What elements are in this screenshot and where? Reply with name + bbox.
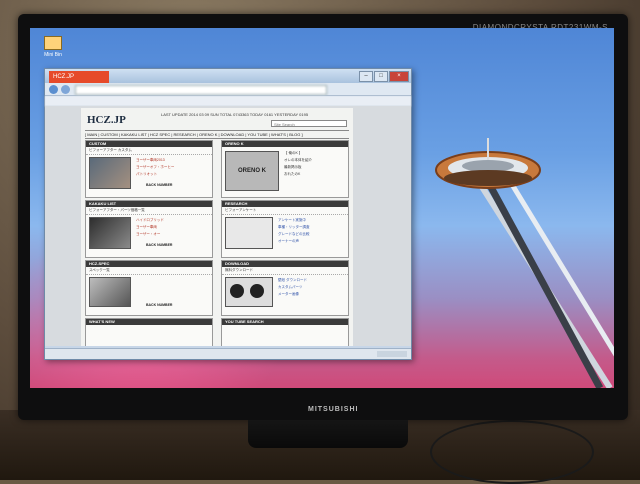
back-number-link[interactable]: BACK NUMBER xyxy=(146,303,172,307)
browser-tab[interactable]: HCZ.JP xyxy=(49,71,109,83)
section-subtitle: ビフォーアンケート xyxy=(222,207,348,215)
site-container: HCZ.JP LAST UPDATE 2014 03 09 SUN TOTAL … xyxy=(81,108,353,346)
chart-thumbnail[interactable] xyxy=(225,217,273,249)
youtube-section: YOU TUBE SEARCH xyxy=(221,318,349,346)
car-thumbnail[interactable] xyxy=(89,157,131,189)
recycle-bin-icon xyxy=(44,36,62,50)
section-link[interactable]: オーナーの声 xyxy=(278,239,299,244)
section-link[interactable]: パトリオット xyxy=(136,172,157,177)
section-link[interactable]: カスタムパーツ xyxy=(278,285,302,290)
section-link[interactable]: グレードなどの比較 xyxy=(278,232,310,237)
section-link[interactable]: オレの本体を紹介 xyxy=(284,158,312,163)
section-link[interactable]: ハイドロブリッド xyxy=(136,218,164,223)
back-icon[interactable] xyxy=(49,85,58,94)
gauge-icon xyxy=(250,284,264,298)
section-subtitle: ビフォーアフター・パーツ価格一覧 xyxy=(86,207,212,215)
browser-statusbar xyxy=(45,348,411,359)
space-needle-wallpaper xyxy=(435,138,614,388)
desktop-icon-label: Mini Bin xyxy=(44,52,62,58)
section-link[interactable]: アンケート実施中 xyxy=(278,218,306,223)
site-nav-links[interactable]: [ MAIN | CUSTOM | KAKAKU LIST | HCZ SPEC… xyxy=(85,130,349,139)
section-title: YOU TUBE SEARCH xyxy=(222,319,348,325)
section-link[interactable]: ヨーザー車両2013 xyxy=(136,158,165,163)
section-subtitle: スペック一覧 xyxy=(86,267,212,275)
gauge-icon xyxy=(230,284,244,298)
section-title: WHAT'S NEW xyxy=(86,319,212,325)
oreno-section: ORENO K ORENO K 【 俺のK 】 オレの本体を紹介 最新掲示板 お… xyxy=(221,140,349,198)
monitor-brand-label: MITSUBISHI xyxy=(308,406,359,413)
web-page-viewport: HCZ.JP LAST UPDATE 2014 03 09 SUN TOTAL … xyxy=(45,106,411,346)
monitor-stand xyxy=(248,420,408,448)
close-button[interactable]: × xyxy=(389,71,409,82)
whatsnew-section: WHAT'S NEW xyxy=(85,318,213,346)
window-controls: – □ × xyxy=(359,71,409,82)
back-number-link[interactable]: BACK NUMBER xyxy=(146,183,172,187)
desktop-screen: Mini Bin HCZ.JP – □ × HCZ.JP LAST UPDATE… xyxy=(30,28,614,388)
parts-thumbnail[interactable] xyxy=(89,217,131,249)
minimize-button[interactable]: – xyxy=(359,71,373,82)
custom-section: CUSTOM ビフォーアフター カスタム ヨーザー車両2013 ヨーザーオフ・ホ… xyxy=(85,140,213,198)
gauge-thumbnail[interactable] xyxy=(225,277,273,307)
cable xyxy=(430,420,594,484)
section-link[interactable]: おれたのK xyxy=(284,172,300,177)
section-link[interactable]: 【 俺のK 】 xyxy=(284,151,302,156)
engine-thumbnail[interactable] xyxy=(89,277,131,307)
browser-titlebar: HCZ.JP – □ × xyxy=(45,69,411,83)
section-link[interactable]: メーター画像 xyxy=(278,292,299,297)
back-number-link[interactable]: BACK NUMBER xyxy=(146,243,172,247)
section-subtitle: 無料ダウンロード xyxy=(222,267,348,275)
browser-window: HCZ.JP – □ × HCZ.JP LAST UPDATE 2014 03 … xyxy=(44,68,412,360)
maximize-button[interactable]: □ xyxy=(374,71,388,82)
section-subtitle: ビフォーアフター カスタム xyxy=(86,147,212,155)
section-title: ORENO K xyxy=(222,141,348,147)
kakaku-section: KAKAKU LIST ビフォーアフター・パーツ価格一覧 ハイドロブリッド ヨー… xyxy=(85,200,213,258)
section-link[interactable]: 車種・リッター調査 xyxy=(278,225,310,230)
section-link[interactable]: ヨーザー・オー xyxy=(136,232,160,237)
desktop-icon-recycle-bin[interactable]: Mini Bin xyxy=(40,36,66,58)
oreno-k-badge-text: ORENO K xyxy=(237,168,266,174)
section-link[interactable]: 壁紙 ダウンロード xyxy=(278,278,307,283)
forward-icon[interactable] xyxy=(61,85,70,94)
address-bar[interactable] xyxy=(75,85,327,95)
site-search-input[interactable]: Site Search xyxy=(271,120,347,127)
oreno-k-badge[interactable]: ORENO K xyxy=(225,151,279,191)
monitor-bezel: DIAMONDCRYSTA RDT231WM-S MITSUBISHI Mini… xyxy=(18,14,628,420)
research-section: RESEARCH ビフォーアンケート アンケート実施中 車種・リッター調査 グレ… xyxy=(221,200,349,258)
download-section: DOWNLOAD 無料ダウンロード 壁紙 ダウンロード カスタムパーツ メーター… xyxy=(221,260,349,316)
section-link[interactable]: 最新掲示板 xyxy=(284,165,302,170)
address-toolbar xyxy=(45,83,411,96)
site-logo[interactable]: HCZ.JP xyxy=(87,114,126,126)
site-header-info: LAST UPDATE 2014 03 09 SUN TOTAL 0743363… xyxy=(161,112,309,117)
zoom-control[interactable] xyxy=(377,351,407,357)
section-link[interactable]: ヨーザーオフ・ホーヒー xyxy=(136,165,174,170)
section-link[interactable]: ヨーザー車両 xyxy=(136,225,157,230)
spec-section: HCZ-SPEC スペック一覧 BACK NUMBER xyxy=(85,260,213,316)
